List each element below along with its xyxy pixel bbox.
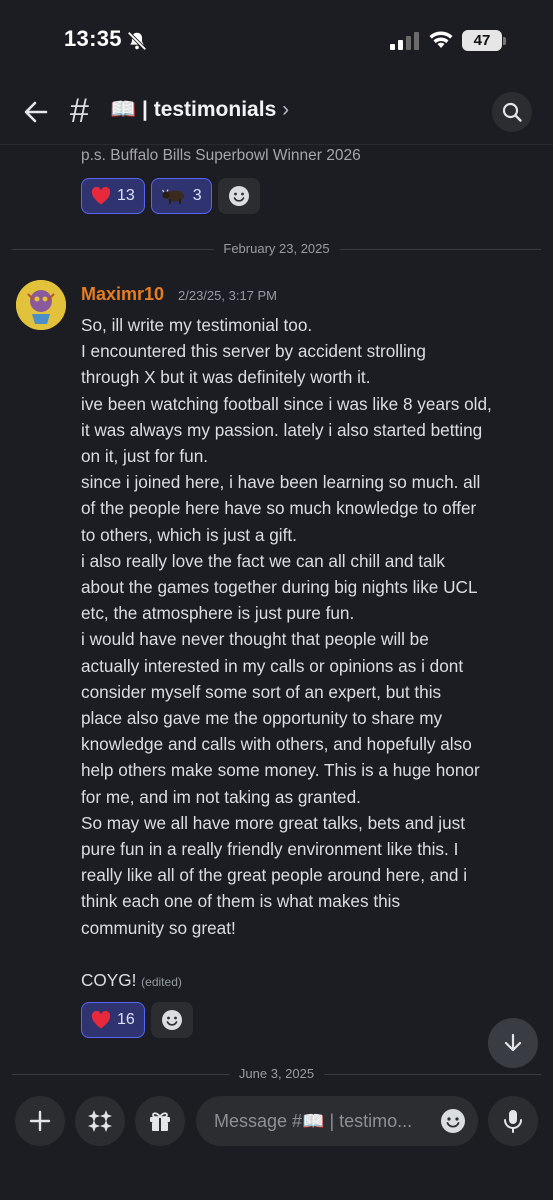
microphone-icon [504,1110,522,1133]
message-closing-line: COYG! (edited) [81,967,543,995]
jump-to-present-button[interactable] [488,1018,538,1068]
previous-message-text: p.s. Buffalo Bills Superbowl Winner 2026 [81,147,361,164]
wifi-icon [429,31,453,48]
apps-button[interactable] [75,1096,125,1146]
search-button[interactable] [492,92,532,132]
channel-hash-icon: # [70,92,89,130]
message-line: consider myself some sort of an expert, … [81,681,442,702]
heart-emoji-icon [91,187,111,205]
message-body: So, ill write my testimonial too. I encou… [81,312,543,995]
message-line: think each one of them is what makes thi… [81,891,401,912]
message-line: place also gave me the opportunity to sh… [81,708,443,729]
reaction-bison[interactable]: 3 [150,178,212,214]
message-line: etc, the atmosphere is just pure fun. [81,603,355,624]
plus-icon [29,1110,51,1132]
message-line: about the games together during big nigh… [81,577,478,598]
message-line: I encountered this server by accident st… [81,341,426,362]
battery-nub [503,37,506,45]
message-line: knowledge and calls with others, and hop… [81,734,472,755]
message-line: for me, and im not taking as granted. [81,786,361,807]
message-line: of the people here have so much knowledg… [81,498,477,519]
date-divider: February 23, 2025 [12,241,541,257]
message-input-placeholder: Message #📖 | testimo... [214,1111,413,1131]
status-bar: 13:35 47 [0,0,553,80]
channel-emoji: 📖 [110,98,137,121]
date-divider: June 3, 2025 [12,1066,541,1082]
reaction-count: 16 [117,1011,135,1028]
date-divider-label: February 23, 2025 [213,241,340,256]
message-input-bar: Message #📖 | testimo... [0,1086,553,1200]
message-line: on it, just for fun. [81,446,209,467]
smiley-icon [228,186,249,206]
header-separator [0,144,553,145]
reaction-heart[interactable]: 16 [81,1002,145,1038]
avatar[interactable] [16,280,66,330]
plus-button[interactable] [15,1096,65,1146]
message-line: to others, which is just a gift. [81,524,297,545]
emoji-picker-icon[interactable] [440,1108,466,1134]
gift-button[interactable] [135,1096,185,1146]
message-line: So, ill write my testimonial too. [81,315,313,335]
back-arrow-icon[interactable] [18,94,54,130]
cellular-signal-icon [390,32,419,50]
voice-message-button[interactable] [488,1096,538,1146]
apps-sparkle-icon [88,1110,112,1132]
message-line: pure fun in a really friendly environmen… [81,839,459,860]
message-line: i would have never thought that people w… [81,629,429,650]
channel-title[interactable]: 📖 | testimonials › [110,98,289,122]
arrow-down-icon [504,1033,522,1052]
smiley-icon [161,1010,182,1030]
message-line: through X but it was definitely worth it… [81,367,371,388]
message-line: So may we all have more great talks, bet… [81,812,466,833]
message-line: community so great! [81,917,236,938]
bell-off-icon [127,31,147,51]
channel-name: | testimonials [142,98,277,121]
search-icon [502,102,522,122]
message-line: help others make some money. This is a h… [81,760,480,781]
chevron-right-icon: › [282,98,290,121]
message-reactions: 16 [81,1002,193,1038]
heart-emoji-icon [91,1011,111,1029]
edited-label: (edited) [141,975,182,990]
message-line: since i joined here, i have been learnin… [81,472,481,493]
message-author[interactable]: Maximr10 [81,284,164,305]
reaction-heart[interactable]: 13 [81,178,145,214]
add-reaction-button[interactable] [217,178,260,214]
message-closing-text: COYG! [81,970,137,991]
bison-emoji-icon [161,189,184,204]
reaction-count: 13 [117,187,135,204]
message-line: actually interested in my calls or opini… [81,655,464,676]
message-timestamp: 2/23/25, 3:17 PM [178,288,278,303]
message-line: it was always my passion. lately i also … [81,419,483,440]
date-divider-label: June 3, 2025 [228,1066,325,1081]
message-input[interactable]: Message #📖 | testimo... [196,1096,478,1146]
previous-message-reactions: 13 3 [81,178,260,214]
channel-header: # 📖 | testimonials › [0,80,553,144]
gift-icon [150,1112,170,1131]
add-reaction-button[interactable] [150,1002,193,1038]
status-time: 13:35 [64,26,122,51]
message-line: ive been watching football since i was l… [81,393,492,414]
avatar-image [16,280,66,330]
reaction-count: 3 [192,187,202,204]
battery-indicator: 47 [462,30,502,51]
message-line: i also really love the fact we can all c… [81,550,445,571]
message-line: really like all of the great people arou… [81,865,468,886]
